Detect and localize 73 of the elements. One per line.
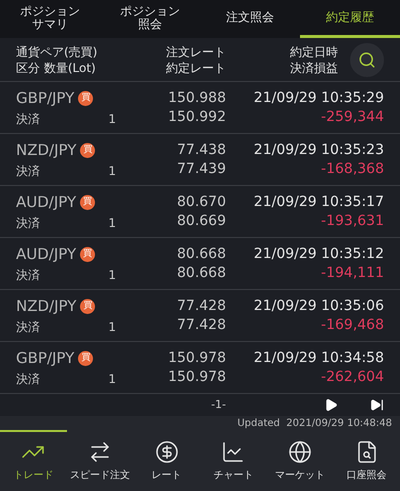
lot-quantity: 1	[108, 162, 116, 180]
tab[interactable]: 約定履歴	[300, 0, 400, 38]
tab[interactable]: ポジション照会	[100, 0, 200, 38]
lot-quantity: 1	[108, 318, 116, 336]
trade-type: 決済	[16, 370, 40, 388]
profit-loss: -193,631	[321, 212, 384, 230]
trade-time: 21/09/29 10:34:58	[254, 348, 384, 368]
fill-rate: 150.978	[168, 368, 226, 386]
profit-loss: -262,604	[321, 368, 384, 386]
currency-pair: NZD/JPY	[16, 140, 76, 162]
nav-tab[interactable]: マーケット	[266, 430, 334, 491]
currency-pair: GBP/JPY	[16, 88, 74, 110]
column-header: 約定日時	[290, 44, 338, 60]
lot-quantity: 1	[108, 214, 116, 232]
search-icon	[358, 50, 376, 68]
trade-type: 決済	[16, 318, 40, 336]
side-badge: 買	[80, 195, 96, 210]
side-badge: 買	[78, 351, 94, 366]
trade-time: 21/09/29 10:35:23	[254, 140, 384, 160]
currency-pair: AUD/JPY	[16, 244, 76, 266]
currency-pair: GBP/JPY	[16, 348, 74, 370]
next-page-icon[interactable]	[324, 398, 338, 412]
order-rate: 80.670	[177, 192, 226, 212]
trade-type: 決済	[16, 110, 40, 128]
profit-loss: -194,111	[321, 264, 384, 282]
updated-time: Updated 2021/09/29 10:48:48	[237, 416, 392, 430]
search-button[interactable]	[350, 42, 384, 76]
line-chart-icon	[221, 440, 246, 464]
fill-rate: 150.992	[168, 108, 226, 126]
lot-quantity: 1	[108, 110, 116, 128]
profit-loss: -169,468	[321, 316, 384, 334]
coin-icon	[154, 440, 179, 464]
nav-tab[interactable]: チャート	[200, 430, 267, 491]
trade-type: 決済	[16, 162, 40, 180]
order-rate: 77.438	[177, 140, 226, 160]
trade-type: 決済	[16, 266, 40, 284]
nav-tab[interactable]: 口座照会	[333, 430, 400, 491]
currency-pair: AUD/JPY	[16, 192, 76, 214]
side-badge: 買	[80, 299, 96, 314]
fill-rate: 77.439	[177, 160, 226, 178]
lot-quantity: 1	[108, 266, 116, 284]
tab[interactable]: 注文照会	[200, 0, 300, 38]
column-header: 決済損益	[290, 60, 338, 76]
order-rate: 77.428	[177, 296, 226, 316]
profit-loss: -168,368	[321, 160, 384, 178]
side-badge: 買	[80, 143, 96, 158]
last-page-icon[interactable]	[370, 398, 384, 412]
page-number: -1-	[211, 396, 226, 413]
trade-time: 21/09/29 10:35:29	[254, 88, 384, 108]
column-header: 約定レート	[166, 60, 226, 76]
fill-rate: 77.428	[177, 316, 226, 334]
order-rate: 150.988	[168, 88, 226, 108]
fill-rate: 80.669	[177, 212, 226, 230]
column-header: 注文レート	[166, 44, 226, 60]
profit-loss: -259,344	[321, 108, 384, 126]
side-badge: 買	[80, 247, 96, 262]
trade-time: 21/09/29 10:35:06	[254, 296, 384, 316]
side-badge: 買	[78, 91, 94, 106]
nav-tab[interactable]: レート	[133, 430, 200, 491]
tab[interactable]: ポジションサマリ	[0, 0, 100, 38]
trade-time: 21/09/29 10:35:12	[254, 244, 384, 264]
column-header: 通貨ペア(売買)	[16, 44, 98, 60]
column-header: 区分 数量(Lot)	[16, 60, 97, 76]
order-rate: 150.978	[168, 348, 226, 368]
nav-tab[interactable]: スピード注文	[66, 430, 134, 491]
trade-time: 21/09/29 10:35:17	[254, 192, 384, 212]
trade-type: 決済	[16, 214, 40, 232]
globe-icon	[288, 440, 312, 464]
currency-pair: NZD/JPY	[16, 296, 76, 318]
lot-quantity: 1	[108, 370, 116, 388]
nav-tab[interactable]: トレード	[0, 430, 67, 491]
fill-rate: 80.668	[177, 264, 226, 282]
order-rate: 80.668	[177, 244, 226, 264]
